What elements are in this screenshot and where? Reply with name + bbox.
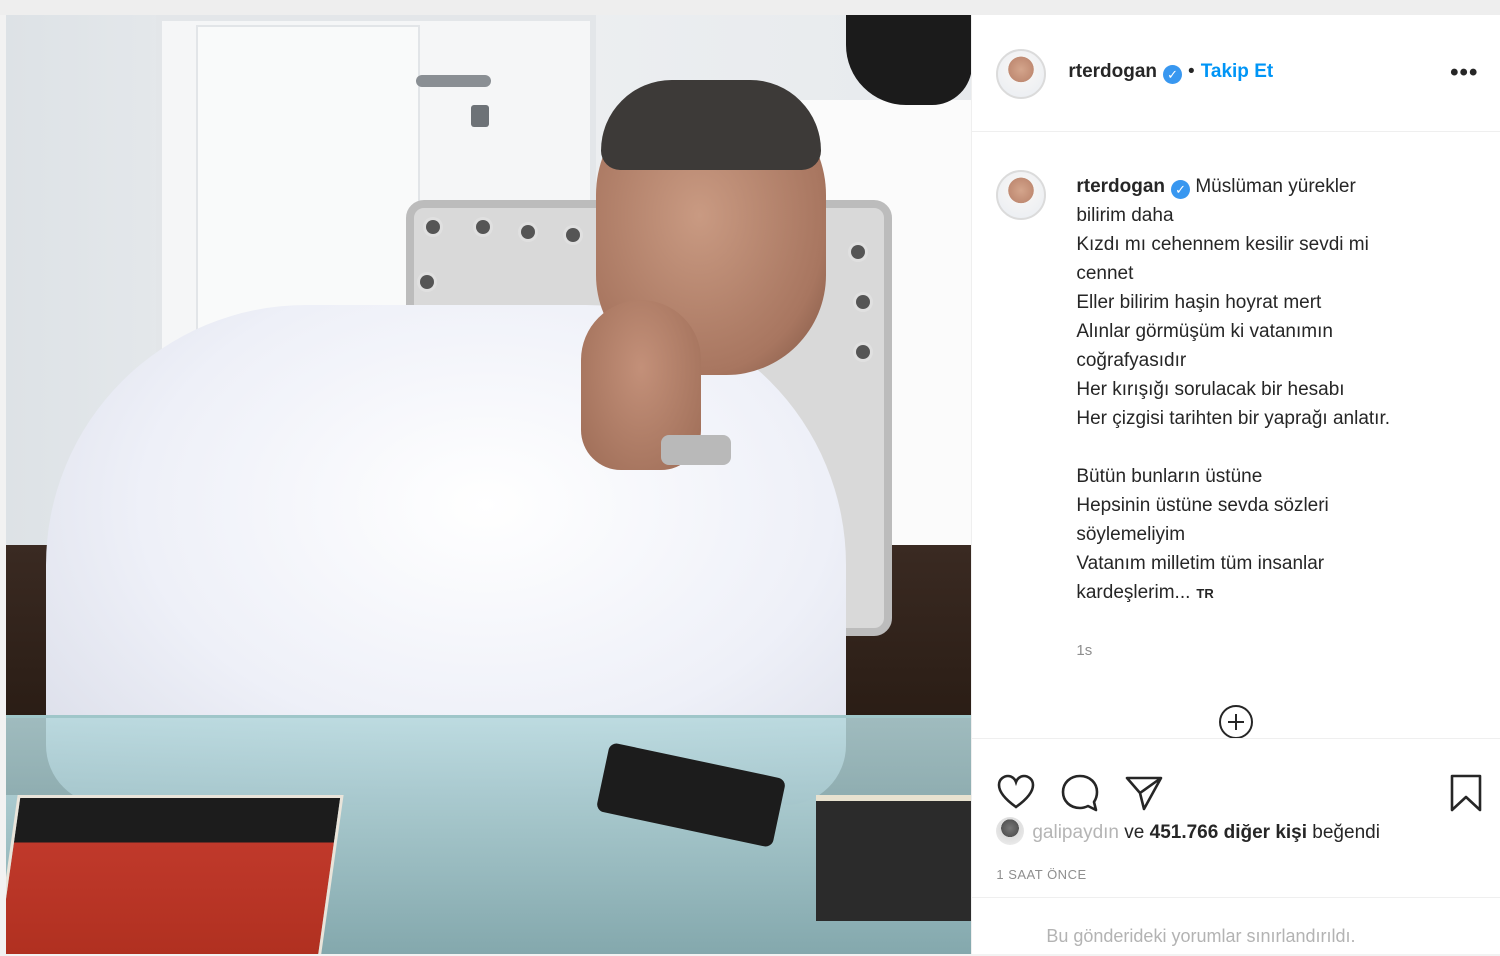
caption-line: rterdogan ✓ Müslüman yürekler xyxy=(1076,172,1476,201)
more-options-icon[interactable]: ••• xyxy=(1450,59,1478,87)
translate-tag[interactable]: TR xyxy=(1196,586,1213,601)
photo-door-lock xyxy=(471,105,489,127)
chair-stud xyxy=(420,275,434,289)
caption-line: söylemeliyim xyxy=(1076,524,1186,545)
caption-author-username[interactable]: rterdogan xyxy=(1076,176,1165,197)
comments-restricted-notice: Bu gönderideki yorumlar sınırlandırıldı. xyxy=(972,897,1500,956)
chair-stud xyxy=(566,228,580,242)
caption-line-text: kardeşlerim... xyxy=(1076,582,1191,603)
follow-button[interactable]: Takip Et xyxy=(1201,61,1274,82)
chair-stud xyxy=(426,220,440,234)
caption-line: Bütün bunların üstüne xyxy=(1076,466,1263,487)
post-timestamp[interactable]: 1 SAAT ÖNCE xyxy=(996,867,1086,882)
chair-stud xyxy=(856,345,870,359)
caption-line: cennet xyxy=(1076,263,1134,284)
caption-author-avatar[interactable] xyxy=(996,170,1047,220)
caption-gap xyxy=(1076,433,1476,462)
liker-avatar[interactable] xyxy=(996,817,1025,845)
caption-line: Kızdı mı cehennem kesilir sevdi mi xyxy=(1076,234,1369,255)
photo-book xyxy=(6,795,344,954)
caption-line: kardeşlerim... TR xyxy=(1076,578,1476,608)
header-separator: • xyxy=(1188,61,1195,82)
photo-books-stack xyxy=(816,795,972,921)
paper-plane-icon[interactable] xyxy=(1124,773,1164,813)
post-modal: rterdogan ✓ • Takip Et ••• rterdogan ✓ Müslü… xyxy=(6,15,1500,954)
first-liker-username[interactable]: galipaydın xyxy=(1032,822,1119,843)
caption-line: Hepsinin üstüne sevda sözleri xyxy=(1076,495,1329,516)
plus-circle-icon[interactable] xyxy=(1219,705,1254,739)
caption-text: rterdogan ✓ Müslüman yürekler bilirim dah… xyxy=(1076,172,1476,608)
verified-badge-icon: ✓ xyxy=(1171,180,1191,199)
caption-line-text: Müslüman yürekler xyxy=(1195,176,1356,197)
chair-stud xyxy=(856,295,870,309)
verified-badge-icon: ✓ xyxy=(1163,65,1183,84)
likes-suffix: beğendi xyxy=(1312,822,1380,843)
caption-line: coğrafyasıdır xyxy=(1076,350,1187,371)
heart-icon[interactable] xyxy=(996,773,1036,813)
header-line: rterdogan ✓ • Takip Et xyxy=(1068,61,1273,84)
chair-stud xyxy=(521,225,535,239)
post-sidebar: rterdogan ✓ • Takip Et ••• rterdogan ✓ Müslü… xyxy=(971,15,1500,954)
chair-stud xyxy=(476,220,490,234)
likes-count[interactable]: 451.766 diğer kişi xyxy=(1150,822,1307,843)
caption-line: Alınlar görmüşüm ki vatanımın xyxy=(1076,321,1333,342)
photo-person-hair xyxy=(601,80,821,170)
caption-area: rterdogan ✓ Müslüman yürekler bilirim dah… xyxy=(972,132,1500,739)
bookmark-icon[interactable] xyxy=(1446,773,1486,813)
caption-line: Vatanım milletim tüm insanlar xyxy=(1076,553,1325,574)
comments-restricted-text: Bu gönderideki yorumlar sınırlandırıldı. xyxy=(1046,926,1356,946)
caption-relative-time[interactable]: 1s xyxy=(1076,642,1092,659)
action-section: galipaydın ve 451.766 diğer kişi beğendi… xyxy=(972,738,1500,955)
chair-stud xyxy=(851,245,865,259)
caption-line: Eller bilirim haşin hoyrat mert xyxy=(1076,292,1322,313)
photo-watch xyxy=(661,435,731,465)
browser-top-strip xyxy=(0,0,1500,15)
likes-connector: ve xyxy=(1124,822,1145,843)
caption-line: Her kırışığı sorulacak bir hesabı xyxy=(1076,379,1345,400)
post-photo[interactable] xyxy=(6,15,972,954)
comment-bubble-icon[interactable] xyxy=(1060,773,1100,813)
author-avatar[interactable] xyxy=(996,49,1047,99)
caption-line: Her çizgisi tarihten bir yaprağı anlatır… xyxy=(1076,408,1390,429)
author-username[interactable]: rterdogan xyxy=(1068,61,1157,82)
caption-line: bilirim daha xyxy=(1076,205,1174,226)
likes-summary: galipaydın ve 451.766 diğer kişi beğendi xyxy=(996,817,1380,845)
post-header: rterdogan ✓ • Takip Et ••• xyxy=(972,15,1500,132)
photo-door-handle xyxy=(416,75,491,87)
